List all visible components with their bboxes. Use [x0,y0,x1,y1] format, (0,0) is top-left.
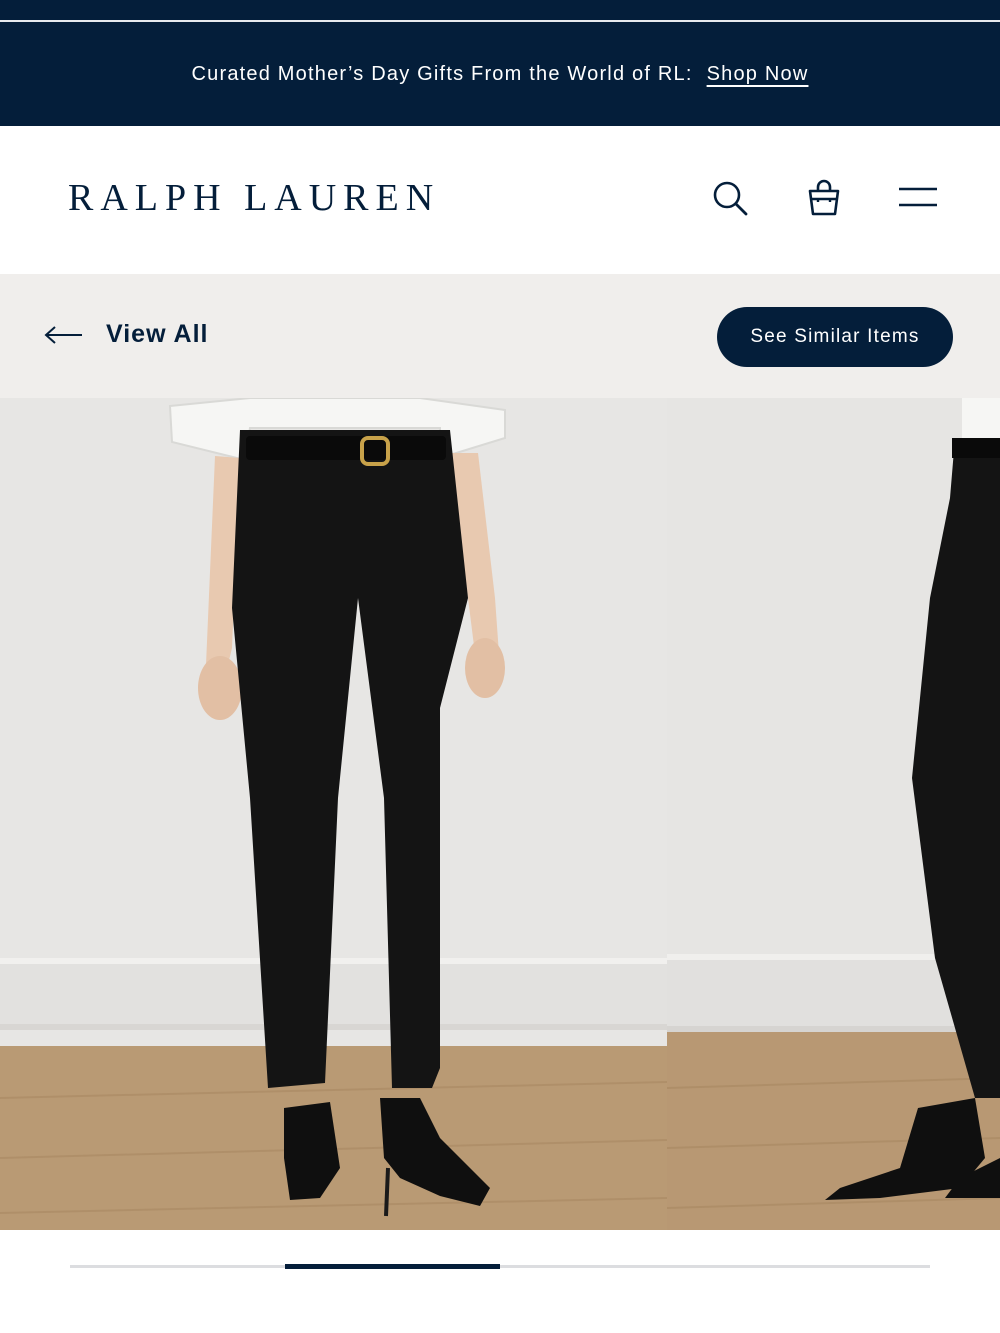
arrow-left-icon [44,325,82,344]
carousel-progress-indicator [285,1264,500,1269]
ralph-lauren-logo[interactable]: RALPH LAUREN [68,176,440,220]
view-all-label: View All [106,320,209,348]
shopping-bag-icon [808,179,840,216]
carousel-progress-bar[interactable] [70,1264,930,1269]
product-image-carousel[interactable] [0,398,1000,1230]
see-similar-items-button[interactable]: See Similar Items [717,307,953,367]
promo-banner: Curated Mother’s Day Gifts From the Worl… [0,22,1000,126]
search-button[interactable] [708,176,752,220]
product-image-side[interactable] [666,398,1000,1230]
view-all-link[interactable]: View All [44,320,208,349]
promo-text: Curated Mother’s Day Gifts From the Worl… [191,62,693,85]
product-image-front[interactable] [0,398,668,1230]
status-strip [0,0,1000,20]
menu-button[interactable] [896,176,940,220]
search-icon [713,181,748,216]
shop-now-link[interactable]: Shop Now [707,63,809,86]
hamburger-menu-icon [899,187,937,207]
product-subnav: View All See Similar Items [0,274,1000,398]
shopping-bag-button[interactable] [802,176,846,220]
site-header: RALPH LAUREN [0,126,1000,274]
